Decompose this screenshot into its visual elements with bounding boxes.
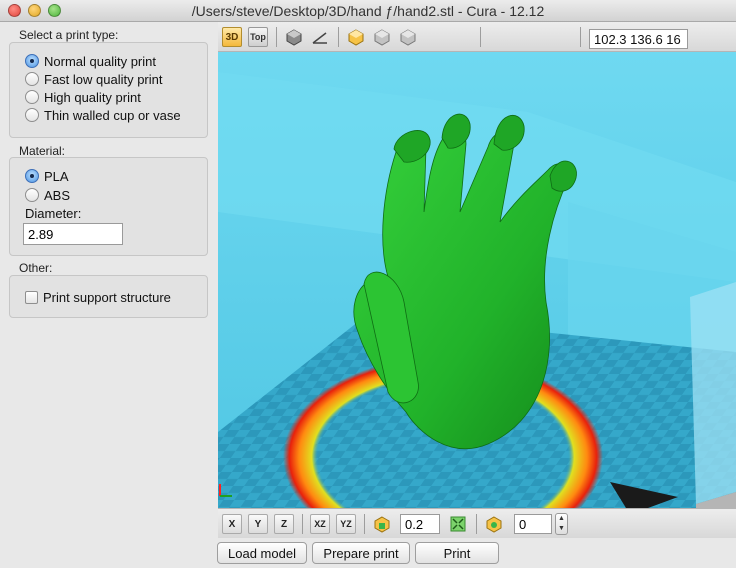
diameter-input[interactable] (23, 223, 123, 245)
other-heading: Other: (19, 261, 53, 275)
print-type-normal-option[interactable]: Normal quality print (25, 52, 156, 70)
copies-input[interactable] (514, 514, 552, 534)
radio-selected-icon[interactable] (25, 169, 39, 183)
copies-icon[interactable] (484, 514, 504, 534)
view-top-icon[interactable]: Top (248, 27, 268, 47)
radio-icon[interactable] (25, 72, 39, 86)
scale-input[interactable] (400, 514, 440, 534)
scale-icon[interactable] (372, 514, 392, 534)
material-abs-option[interactable]: ABS (25, 186, 70, 204)
other-group: Print support structure (9, 275, 208, 318)
material-pla-option[interactable]: PLA (25, 167, 69, 185)
copies-stepper[interactable]: ▲ ▼ (555, 513, 568, 535)
print-type-heading: Select a print type: (19, 28, 119, 42)
view-transparent-icon[interactable] (310, 27, 330, 47)
print-type-thin-option[interactable]: Thin walled cup or vase (25, 106, 181, 124)
radio-selected-icon[interactable] (25, 54, 39, 68)
scene-render[interactable] (218, 52, 736, 508)
settings-panel: Select a print type: Normal quality prin… (0, 22, 217, 568)
3d-viewport[interactable] (218, 52, 736, 508)
rotate-y-button[interactable]: Y (248, 514, 268, 534)
toolbar-divider (580, 27, 581, 47)
view-normal-icon[interactable] (284, 27, 304, 47)
transform-toolbar: X Y Z XZ YZ ▲▼ (218, 508, 736, 538)
support-structure-option[interactable]: Print support structure (25, 288, 171, 306)
print-type-fast-option[interactable]: Fast low quality print (25, 70, 163, 88)
material-heading: Material: (19, 144, 66, 158)
toolbar-divider (302, 514, 303, 534)
load-model-button[interactable]: Load model (217, 542, 307, 564)
print-type-high-option[interactable]: High quality print (25, 88, 141, 106)
view-3d-icon[interactable]: 3D (222, 27, 242, 47)
diameter-label: Diameter: (25, 206, 82, 221)
mirror-yz-button[interactable]: YZ (336, 514, 356, 534)
print-button[interactable]: Print (415, 542, 499, 564)
material-group: PLA ABS Diameter: (9, 157, 208, 256)
toolbar-divider (276, 27, 277, 47)
cursor-coordinates: 102.3 136.6 16 (589, 29, 688, 49)
view-xray-icon[interactable] (346, 27, 366, 47)
prepare-print-button[interactable]: Prepare print (312, 542, 410, 564)
view-overhang-icon[interactable] (372, 27, 392, 47)
checkbox-icon[interactable] (25, 290, 38, 304)
rotate-z-button[interactable]: Z (274, 514, 294, 534)
mirror-xz-button[interactable]: XZ (310, 514, 330, 534)
radio-icon[interactable] (25, 188, 39, 202)
radio-icon[interactable] (25, 90, 39, 104)
toolbar-divider (480, 27, 481, 47)
toolbar-divider (364, 514, 365, 534)
print-type-group: Normal quality print Fast low quality pr… (9, 42, 208, 138)
toolbar-divider (338, 27, 339, 47)
window-title: /Users/steve/Desktop/3D/hand ƒ/hand2.stl… (191, 3, 545, 19)
scale-max-icon[interactable] (448, 514, 468, 534)
view-layers-icon[interactable] (398, 27, 418, 47)
toolbar-divider (476, 514, 477, 534)
rotate-x-button[interactable]: X (222, 514, 242, 534)
radio-icon[interactable] (25, 108, 39, 122)
title-bar: /Users/steve/Desktop/3D/hand ƒ/hand2.stl… (0, 0, 736, 22)
